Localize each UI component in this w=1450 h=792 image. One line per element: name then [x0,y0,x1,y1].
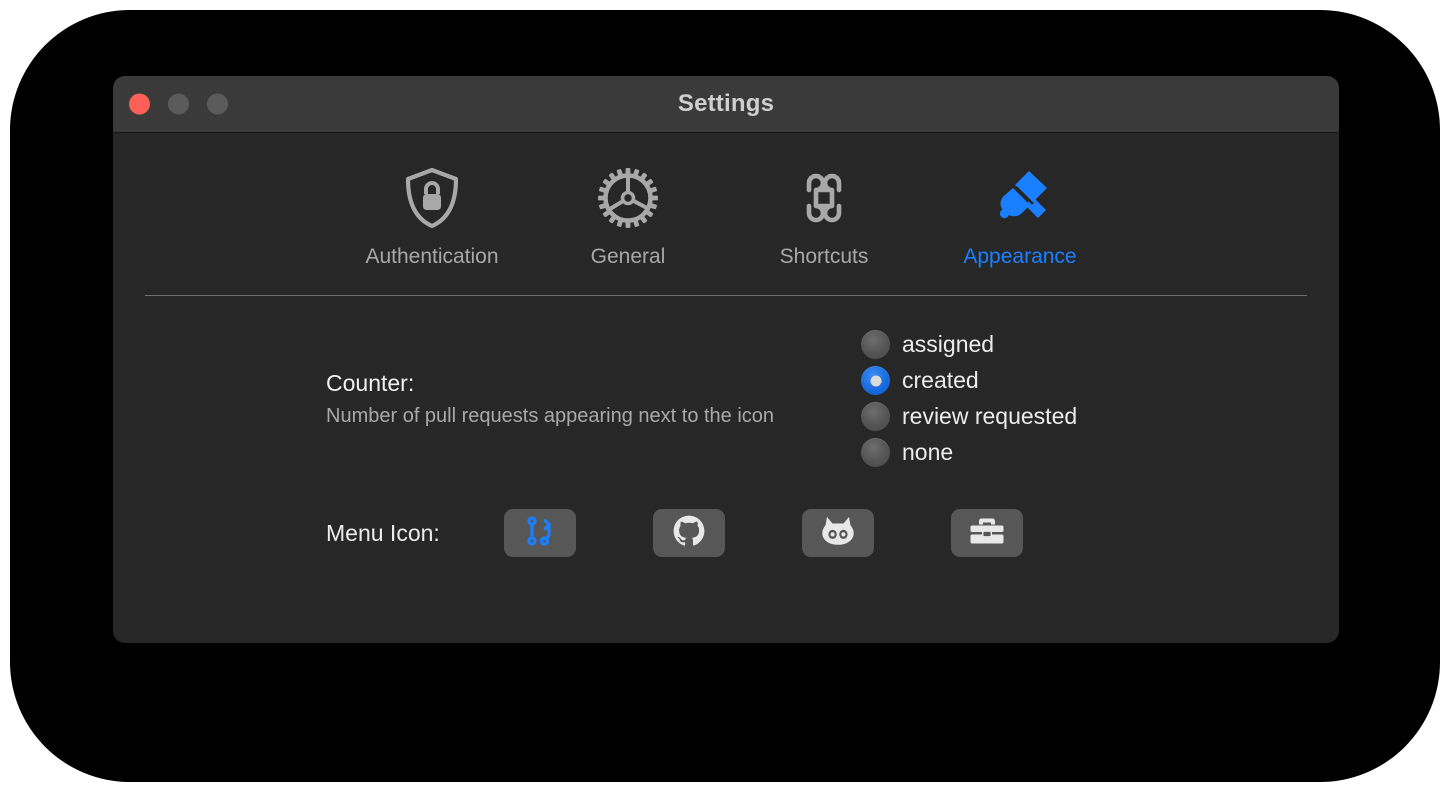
window-titlebar[interactable]: Settings [113,76,1339,133]
close-button-icon[interactable] [129,93,150,115]
tab-label: Authentication [365,245,499,268]
octocat-face-icon [820,516,856,551]
radio-circle-icon[interactable] [861,402,890,431]
menu-icon-label: Menu Icon: [326,519,440,546]
gear-icon [598,167,658,229]
counter-text-block: Counter: Number of pull requests appeari… [113,370,861,428]
toolbox-icon [969,516,1005,551]
tab-appearance[interactable]: Appearance [922,167,1118,269]
radio-circle-selected-icon[interactable] [861,366,890,395]
radio-label: created [902,367,979,393]
menu-icon-choice-toolbox[interactable] [951,509,1023,557]
menu-icon-section: Menu Icon: [113,467,1339,557]
tab-label: Shortcuts [779,245,869,268]
tab-authentication[interactable]: Authentication [334,167,530,269]
settings-toolbar: Authentication General Shortcuts Appeara… [113,133,1339,269]
minimize-button-icon[interactable] [168,93,189,115]
tab-shortcuts[interactable]: Shortcuts [726,167,922,269]
counter-subtitle: Number of pull requests appearing next t… [326,404,775,427]
radio-option-review-requested[interactable]: review requested [861,402,1077,431]
radio-circle-icon[interactable] [861,438,890,467]
tab-general[interactable]: General [530,167,726,269]
command-key-icon [793,167,855,229]
counter-title: Counter: [326,369,415,396]
github-octocat-logo-icon [672,514,706,553]
paintbrush-icon [989,167,1051,229]
traffic-light-group [129,93,228,115]
radio-option-created[interactable]: created [861,366,1077,395]
tab-label: General [590,245,666,268]
counter-radio-group: assigned created review requested none [861,330,1077,467]
counter-section: Counter: Number of pull requests appeari… [113,296,1339,467]
tab-label: Appearance [963,245,1077,268]
menu-icon-choice-octocat-face[interactable] [802,509,874,557]
radio-label: review requested [902,403,1078,429]
shield-lock-icon [403,167,461,229]
settings-window: Settings Authentication General Shortcut… [113,76,1339,643]
radio-option-none[interactable]: none [861,438,1077,467]
zoom-button-icon[interactable] [207,93,228,115]
radio-label: none [902,439,954,465]
radio-circle-icon[interactable] [861,330,890,359]
radio-label: assigned [902,331,995,357]
menu-icon-choice-pull-request[interactable] [504,509,576,557]
menu-icon-choice-github-logo[interactable] [653,509,725,557]
git-pull-request-icon [526,515,554,551]
radio-option-assigned[interactable]: assigned [861,330,1077,359]
menu-icon-choice-group [504,509,1023,557]
window-title: Settings [677,90,775,117]
screen-root: Settings Authentication General Shortcut… [0,0,1450,792]
